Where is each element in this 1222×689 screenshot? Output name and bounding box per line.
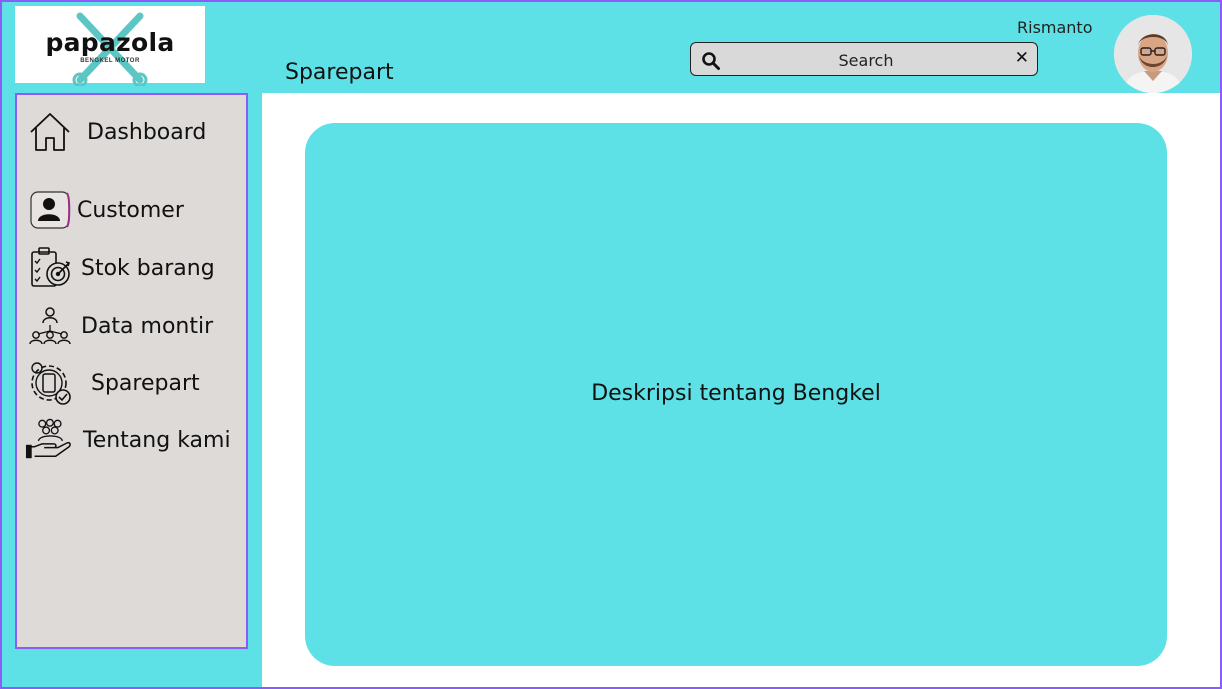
clear-search-icon[interactable]: ✕ <box>1015 48 1029 68</box>
hand-people-icon <box>25 417 71 463</box>
user-name: Rismanto <box>1017 18 1093 37</box>
team-hierarchy-icon <box>27 303 73 349</box>
sidebar-item-sparepart[interactable]: Sparepart <box>27 360 200 406</box>
description-text: Deskripsi tentang Bengkel <box>591 381 881 406</box>
sidebar-item-label: Tentang kami <box>83 427 231 453</box>
search-input[interactable] <box>731 47 1001 73</box>
sidebar-item-label: Dashboard <box>87 119 207 145</box>
page-title: Sparepart <box>285 60 394 85</box>
sidebar-item-tentang-kami[interactable]: Tentang kami <box>25 417 231 463</box>
main-content: Deskripsi tentang Bengkel <box>262 93 1220 687</box>
search-bar[interactable]: ✕ <box>690 42 1038 76</box>
avatar[interactable] <box>1114 15 1192 93</box>
sidebar-item-label: Sparepart <box>91 370 200 396</box>
sidebar-item-dashboard[interactable]: Dashboard <box>27 109 206 155</box>
sidebar-item-label: Customer <box>77 197 184 223</box>
sidebar-item-label: Data montir <box>81 313 214 339</box>
brand-logo[interactable]: papazola BENGKEL MOTOR <box>15 6 205 86</box>
sidebar-item-data-montir[interactable]: Data montir <box>27 303 213 349</box>
gear-phone-icon <box>27 360 73 406</box>
home-icon <box>27 109 73 155</box>
sidebar: Dashboard Customer Stok barang Data mont… <box>15 93 248 649</box>
sidebar-item-stok-barang[interactable]: Stok barang <box>27 245 215 291</box>
search-icon[interactable] <box>701 51 721 71</box>
clipboard-target-icon <box>27 245 73 291</box>
user-icon <box>27 187 73 233</box>
user-photo-icon <box>1114 15 1192 93</box>
brand-name: papazola <box>45 28 175 57</box>
sidebar-item-customer[interactable]: Customer <box>27 187 184 233</box>
sidebar-item-label: Stok barang <box>81 255 215 281</box>
brand-tagline: BENGKEL MOTOR <box>80 58 140 64</box>
description-card: Deskripsi tentang Bengkel <box>305 123 1167 666</box>
app-frame: papazola BENGKEL MOTOR Sparepart ✕ Risma… <box>0 0 1222 689</box>
